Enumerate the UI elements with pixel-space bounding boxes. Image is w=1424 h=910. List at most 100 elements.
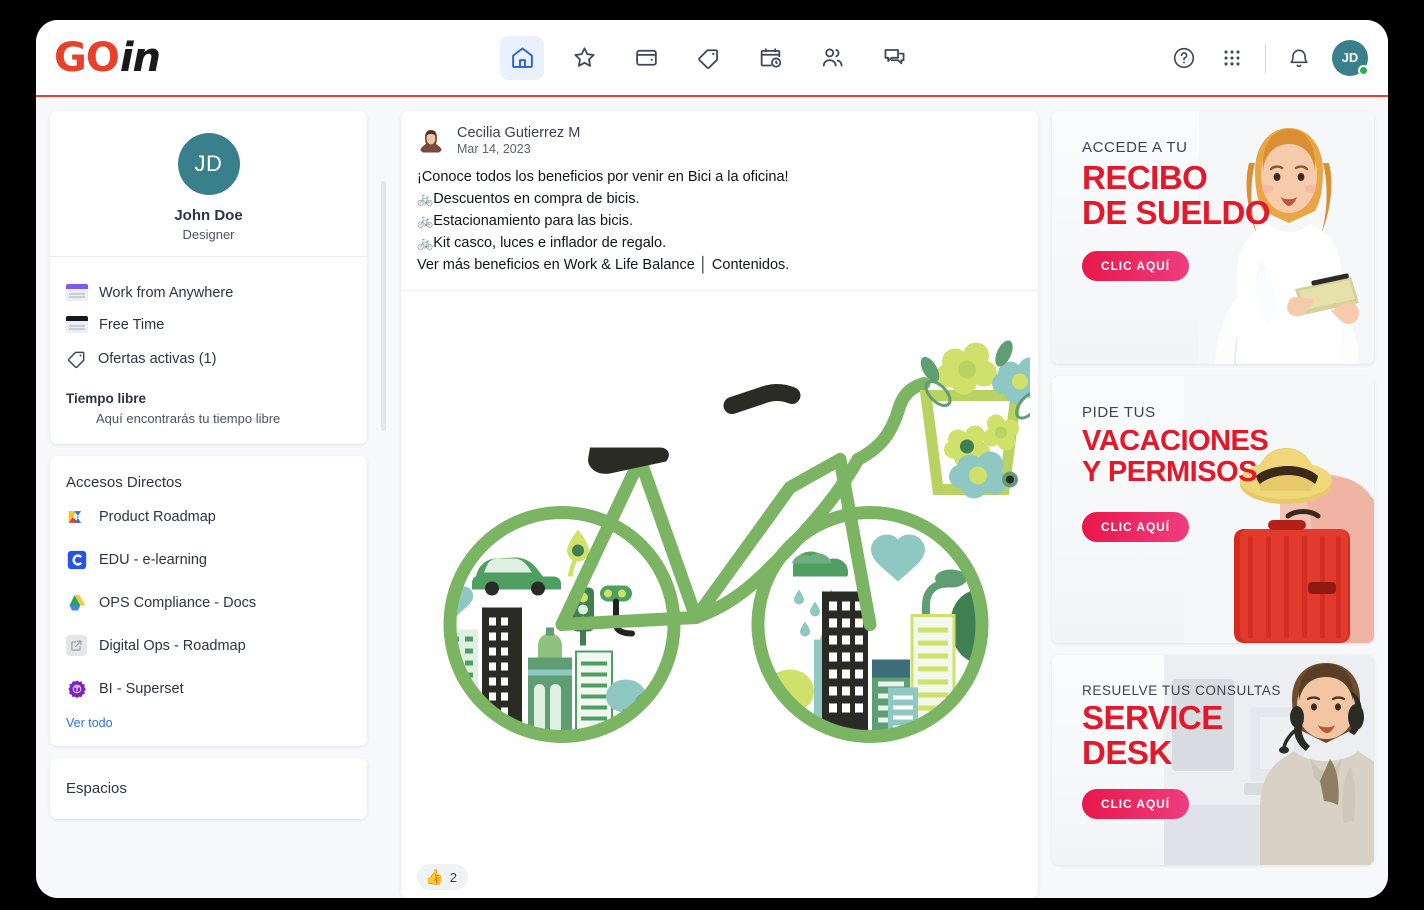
shortcut-digital-ops-roadmap[interactable]: Digital Ops - Roadmap (50, 624, 367, 667)
shortcut-label: EDU - e-learning (99, 551, 207, 568)
banner-service-desk[interactable]: RESUELVE TUS CONSULTAS SERVICE DESK CLIC… (1052, 655, 1374, 865)
post-body: ¡Conoce todos los beneficios por venir e… (401, 156, 1038, 290)
banner-title: RECIBO DE SUELDO (1082, 159, 1271, 231)
profile-role: Designer (182, 227, 235, 242)
shortcut-product-roadmap[interactable]: Product Roadmap (50, 495, 367, 538)
shortcuts-title: Accesos Directos (66, 474, 182, 491)
see-all-link[interactable]: Ver todo (50, 710, 367, 746)
post-author-avatar[interactable] (417, 126, 445, 155)
post-image (401, 290, 1038, 853)
post-line-text: Descuentos en compra de bicis. (433, 191, 640, 208)
feed-column: Cecilia Gutierrez M Mar 14, 2023 ¡Conoce… (401, 111, 1038, 898)
bicycle-icon: 🚲 (417, 191, 434, 207)
banner-title-line2: DE SUELDO (1082, 193, 1271, 231)
profile-block: JD John Doe Designer (50, 111, 367, 271)
nav-offers[interactable] (686, 36, 730, 80)
online-status-dot (1358, 64, 1369, 76)
banner-title-line1: RECIBO (1082, 159, 1208, 196)
shortcut-ops-compliance-docs[interactable]: OPS Compliance - Docs (50, 581, 367, 624)
coursera-icon (66, 549, 87, 570)
notifications-button[interactable] (1284, 43, 1314, 73)
wallet-icon (635, 49, 657, 66)
nav-favorites[interactable] (562, 36, 606, 80)
banner-kicker: PIDE TUS (1082, 404, 1156, 421)
post-line: 🚲Estacionamiento para las bicis. (417, 210, 1022, 232)
app-body: JD John Doe Designer Work from Anywhere … (36, 97, 1388, 898)
status-item-ofertas-activas[interactable]: Ofertas activas (1) (50, 335, 367, 371)
banner-title-line1: SERVICE (1082, 699, 1223, 736)
profile-name: John Doe (174, 207, 243, 224)
post-line-text: Ver más beneficios en Work & Life Balanc… (417, 257, 790, 274)
spaces-card: Espacios (50, 758, 367, 819)
shortcut-edu-elearning[interactable]: EDU - e-learning (50, 538, 367, 581)
status-item-free-time[interactable]: Free Time (50, 303, 367, 335)
status-item-work-from-anywhere[interactable]: Work from Anywhere (50, 271, 367, 303)
external-link-icon (66, 635, 87, 656)
card-purple-icon (66, 284, 88, 301)
banner-cta-button[interactable]: CLIC AQUÍ (1082, 512, 1189, 542)
woman-with-tablet-image (1199, 111, 1374, 364)
reaction-count: 2 (449, 869, 457, 885)
post-line: ¡Conoce todos los beneficios por venir e… (417, 166, 1022, 188)
reaction-thumbs-up[interactable]: 👍 2 (417, 864, 468, 891)
shortcuts-card: Accesos Directos Product Roadmap EDU - e… (50, 456, 367, 746)
profile-avatar-initials: JD (194, 151, 223, 176)
shortcut-label: OPS Compliance - Docs (99, 594, 257, 611)
app-window: GO in JD JD John Doe Designer Work from … (36, 20, 1388, 898)
shortcut-bi-superset[interactable]: BI - Superset (50, 667, 367, 710)
right-banners-column: ACCEDE A TU RECIBO DE SUELDO CLIC AQUÍ P… (1052, 111, 1374, 898)
calendar-clock-icon (760, 48, 781, 68)
profile-card: JD John Doe Designer Work from Anywhere … (50, 111, 367, 444)
banner-cta-button[interactable]: CLIC AQUÍ (1082, 789, 1189, 819)
banner-cta-button[interactable]: CLIC AQUÍ (1082, 251, 1189, 281)
logo-in-text: in (119, 34, 161, 81)
post-line: 🚲Descuentos en compra de bicis. (417, 188, 1022, 210)
google-drive-icon (66, 592, 87, 613)
post-reactions: 👍 2 (401, 852, 1038, 898)
status-item-label: Work from Anywhere (99, 284, 234, 301)
shortcut-label: BI - Superset (99, 680, 184, 697)
nav-messages[interactable] (872, 36, 916, 80)
banner-title-line1: VACACIONES (1082, 425, 1269, 457)
banner-title: VACACIONES Y PERMISOS (1082, 425, 1269, 487)
shortcut-label: Product Roadmap (99, 508, 216, 525)
apps-grid-button[interactable] (1217, 43, 1247, 73)
user-avatar[interactable]: JD (1332, 39, 1369, 76)
main-navigation (500, 35, 916, 80)
feed-scrollbar[interactable] (381, 111, 387, 898)
thumbs-up-icon: 👍 (425, 869, 444, 887)
nav-home[interactable] (500, 35, 544, 80)
grid-apps-icon (1224, 49, 1240, 66)
profile-divider (50, 256, 367, 257)
banner-recibo-de-sueldo[interactable]: ACCEDE A TU RECIBO DE SUELDO CLIC AQUÍ (1052, 111, 1374, 364)
nav-people[interactable] (810, 36, 854, 80)
banner-vacaciones-permisos[interactable]: PIDE TUS VACACIONES Y PERMISOS CLIC AQUÍ (1052, 376, 1374, 643)
chat-icon (884, 49, 904, 65)
user-avatar-initials: JD (1341, 50, 1359, 65)
app-logo[interactable]: GO in (54, 34, 161, 81)
help-button[interactable] (1169, 43, 1199, 73)
post-header: Cecilia Gutierrez M Mar 14, 2023 (401, 111, 1038, 156)
banner-kicker: RESUELVE TUS CONSULTAS (1082, 683, 1281, 698)
app-header: GO in JD (36, 20, 1388, 97)
profile-avatar[interactable]: JD (177, 133, 240, 195)
bicycle-icon: 🚲 (417, 235, 434, 251)
banner-kicker: ACCEDE A TU (1082, 139, 1188, 156)
status-item-label: Free Time (99, 316, 165, 333)
bicycle-icon: 🚲 (417, 213, 434, 229)
post-line-text: Estacionamiento para las bicis. (433, 213, 634, 230)
card-dark-icon (66, 316, 88, 333)
home-icon (511, 47, 533, 68)
bell-icon (1290, 49, 1308, 67)
superset-icon (66, 678, 87, 699)
post-author-name: Cecilia Gutierrez M (457, 125, 581, 141)
help-circle-icon (1173, 47, 1195, 68)
left-sidebar: JD John Doe Designer Work from Anywhere … (50, 111, 367, 898)
nav-wallet[interactable] (624, 36, 668, 80)
feed-post: Cecilia Gutierrez M Mar 14, 2023 ¡Conoce… (401, 111, 1038, 898)
logo-go-text: GO (54, 34, 120, 81)
scrollbar-thumb[interactable] (381, 181, 386, 431)
shortcut-label: Digital Ops - Roadmap (99, 637, 246, 654)
nav-calendar[interactable] (748, 36, 792, 80)
header-actions: JD (1169, 39, 1369, 76)
